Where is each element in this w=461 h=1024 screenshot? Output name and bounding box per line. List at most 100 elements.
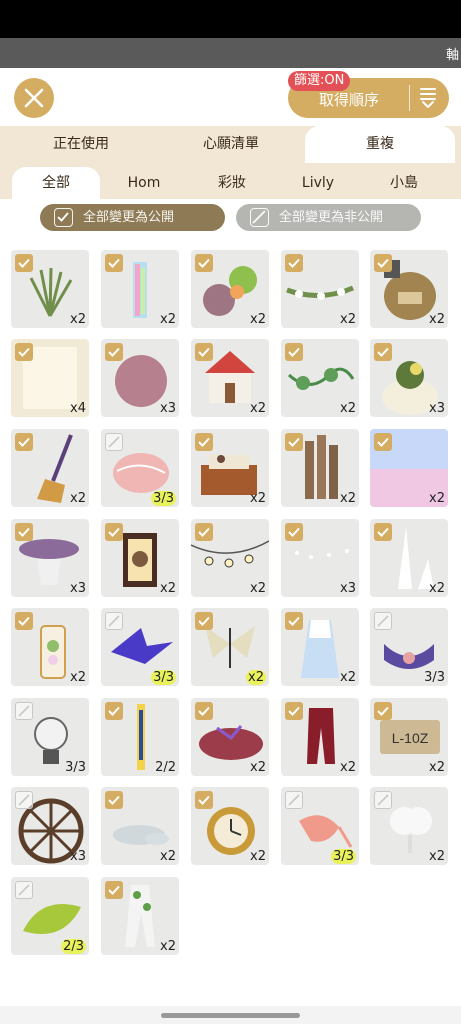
item-count: 3/3 <box>151 670 176 685</box>
checked-box-icon[interactable] <box>374 702 392 720</box>
item-cell-window-light[interactable]: x4 <box>11 339 89 417</box>
checked-box-icon[interactable] <box>374 343 392 361</box>
checked-box-icon[interactable] <box>374 523 392 541</box>
item-cell-grass[interactable]: x2 <box>11 250 89 328</box>
item-cell-paper-crane[interactable]: 3/3 <box>101 608 179 686</box>
checked-box-icon[interactable] <box>285 612 303 630</box>
item-cell-lantern[interactable]: x2 <box>101 519 179 597</box>
unchecked-box-icon[interactable] <box>105 433 123 451</box>
item-count: x2 <box>250 491 266 506</box>
item-cell-dot-string[interactable]: x3 <box>281 519 359 597</box>
make-all-public-button[interactable]: 全部變更為公開 <box>40 204 225 231</box>
item-count: 3/3 <box>151 491 176 506</box>
checked-box-icon[interactable] <box>285 702 303 720</box>
item-cell-wood-crate[interactable]: x2 <box>191 429 269 507</box>
item-count: 2/3 <box>61 939 86 954</box>
item-cell-paper-butterfly[interactable]: x2 <box>191 608 269 686</box>
subtab-makeup[interactable]: 彩妝 <box>190 167 274 199</box>
item-cell-cart-wheel[interactable]: x3 <box>11 787 89 865</box>
item-cell-lightbulb[interactable]: 3/3 <box>11 698 89 776</box>
item-cell-lantern-string[interactable]: x2 <box>191 519 269 597</box>
checked-box-icon[interactable] <box>374 254 392 272</box>
item-cell-plant-pot[interactable]: x3 <box>370 339 448 417</box>
unchecked-box-icon[interactable] <box>15 702 33 720</box>
checked-box-icon[interactable] <box>285 433 303 451</box>
checked-box-icon[interactable] <box>195 612 213 630</box>
unchecked-box-icon[interactable] <box>285 791 303 809</box>
checked-box-icon[interactable] <box>105 791 123 809</box>
item-cell-seed-sack[interactable]: x2 <box>370 250 448 328</box>
item-cell-bamboo-posts[interactable]: x2 <box>281 429 359 507</box>
checked-box-icon[interactable] <box>195 343 213 361</box>
tab-wishlist[interactable]: 心願清單 <box>160 126 302 163</box>
item-cell-broom[interactable]: x2 <box>11 429 89 507</box>
unchecked-box-icon <box>250 208 269 227</box>
item-cell-green-vine[interactable]: x2 <box>281 339 359 417</box>
subtab-all[interactable]: 全部 <box>12 167 100 199</box>
item-cell-green-leaf[interactable]: 2/3 <box>11 877 89 955</box>
make-all-private-label: 全部變更為非公開 <box>279 210 384 225</box>
make-all-private-button[interactable]: 全部變更為非公開 <box>236 204 421 231</box>
item-cell-red-pants[interactable]: x2 <box>281 698 359 776</box>
checked-box-icon[interactable] <box>374 433 392 451</box>
checked-box-icon[interactable] <box>195 702 213 720</box>
close-button[interactable] <box>14 78 54 118</box>
bulk-actions: 全部變更為公開 全部變更為非公開 <box>0 199 461 237</box>
item-cell-leafy-suit[interactable]: x2 <box>101 877 179 955</box>
checked-box-icon[interactable] <box>195 433 213 451</box>
checked-box-icon[interactable] <box>105 702 123 720</box>
subtab-island[interactable]: 小島 <box>362 167 446 199</box>
item-cell-vine-clock[interactable]: x2 <box>191 787 269 865</box>
item-cell-flower-table[interactable]: x3 <box>11 519 89 597</box>
item-cell-purple-bow[interactable]: 3/3 <box>370 608 448 686</box>
item-count: x3 <box>160 401 176 416</box>
item-cell-gradient-dress[interactable]: x2 <box>281 608 359 686</box>
checked-box-icon[interactable] <box>285 254 303 272</box>
item-count: x2 <box>70 312 86 327</box>
item-cell-license-plate[interactable]: L-10Z x2 <box>370 698 448 776</box>
tab-duplicates[interactable]: 重複 <box>305 126 455 163</box>
item-cell-shrimp[interactable]: 3/3 <box>281 787 359 865</box>
subtab-livly[interactable]: Livly <box>276 167 360 199</box>
item-cell-pink-shell[interactable]: 3/3 <box>101 429 179 507</box>
unchecked-box-icon[interactable] <box>374 612 392 630</box>
unchecked-box-icon[interactable] <box>15 791 33 809</box>
item-cell-white-spikes[interactable]: x2 <box>370 519 448 597</box>
item-cell-water-puddle[interactable]: x2 <box>101 787 179 865</box>
item-cell-red-roof-house[interactable]: x2 <box>191 339 269 417</box>
checked-box-icon[interactable] <box>285 523 303 541</box>
item-cell-pressed-flower[interactable]: x2 <box>11 608 89 686</box>
item-cell-flower-bush[interactable]: x2 <box>191 250 269 328</box>
checked-box-icon[interactable] <box>15 612 33 630</box>
checked-box-icon[interactable] <box>15 254 33 272</box>
checked-box-icon[interactable] <box>15 523 33 541</box>
checked-box-icon[interactable] <box>15 343 33 361</box>
item-count: x2 <box>429 581 445 596</box>
checked-box-icon[interactable] <box>105 523 123 541</box>
item-cell-fish-pond[interactable]: x2 <box>191 698 269 776</box>
checked-box-icon[interactable] <box>285 343 303 361</box>
unchecked-box-icon[interactable] <box>105 612 123 630</box>
subtab-hom[interactable]: Hom <box>102 167 186 199</box>
tab-in-use[interactable]: 正在使用 <box>10 126 152 163</box>
item-cell-flower-garland[interactable]: x2 <box>281 250 359 328</box>
unchecked-box-icon[interactable] <box>374 791 392 809</box>
item-cell-pastel-sky[interactable]: x2 <box>370 429 448 507</box>
home-indicator[interactable] <box>161 1013 300 1018</box>
checked-box-icon[interactable] <box>195 254 213 272</box>
checked-box-icon[interactable] <box>105 343 123 361</box>
item-grid: x2 x2 x2 x2 x2 x4 x3 x2 x2 x3 x2 3/3 x2 x2 x2 x3 x2 x2 x3 x… <box>0 237 461 1007</box>
sort-lines-icon[interactable] <box>418 86 438 110</box>
checked-box-icon[interactable] <box>105 881 123 899</box>
item-cell-cloud-lamp[interactable]: x2 <box>370 787 448 865</box>
item-cell-pink-fluff[interactable]: x3 <box>101 339 179 417</box>
checked-box-icon[interactable] <box>15 433 33 451</box>
checked-box-icon[interactable] <box>105 254 123 272</box>
filter-status-badge[interactable]: 篩選:ON <box>288 71 351 91</box>
checked-box-icon[interactable] <box>195 791 213 809</box>
checked-box-icon[interactable] <box>195 523 213 541</box>
category-tabs: 全部 Hom 彩妝 Livly 小島 <box>0 163 461 199</box>
item-cell-banner-stick[interactable]: 2/2 <box>101 698 179 776</box>
unchecked-box-icon[interactable] <box>15 881 33 899</box>
item-cell-crystal-pillar[interactable]: x2 <box>101 250 179 328</box>
